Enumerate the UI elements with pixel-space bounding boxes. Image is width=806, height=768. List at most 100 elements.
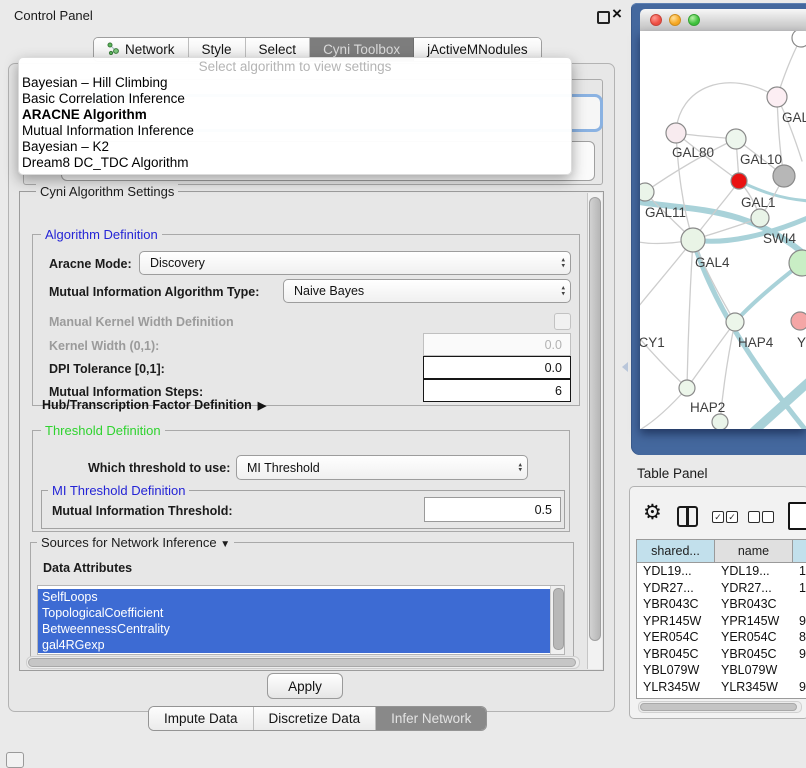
table-cell[interactable]: 8.: [793, 629, 806, 646]
list-item[interactable]: SelfLoops: [38, 589, 550, 605]
table-cell[interactable]: YDR27...: [637, 580, 715, 597]
table-cell[interactable]: YIL052C: [637, 695, 715, 699]
table-cell[interactable]: YLR345W: [715, 679, 793, 696]
table-cell[interactable]: YDL19...: [637, 563, 715, 580]
list-item[interactable]: gal4RGexp: [38, 637, 550, 653]
table-cell[interactable]: YPR145W: [715, 613, 793, 630]
network-node[interactable]: [712, 414, 728, 429]
column-header[interactable]: name: [715, 540, 793, 562]
settings-vscroll-thumb[interactable]: [589, 197, 601, 641]
table-cell[interactable]: 8.: [793, 695, 806, 699]
unchecked-box-icon[interactable]: [748, 511, 760, 523]
network-edge[interactable]: [640, 322, 687, 388]
close-window-icon[interactable]: [650, 14, 662, 26]
settings-vertical-scrollbar[interactable]: [587, 193, 602, 669]
list-scrollbar[interactable]: [550, 586, 564, 654]
network-node[interactable]: [751, 209, 769, 227]
manual-kernel-checkbox[interactable]: [554, 313, 571, 330]
network-node[interactable]: [681, 228, 705, 252]
table-cell[interactable]: 9.: [793, 646, 806, 663]
table-row[interactable]: YIL052CYIL052C8.: [637, 695, 806, 699]
network-edge[interactable]: [640, 240, 693, 322]
table-cell[interactable]: YBL079W: [637, 662, 715, 679]
dpi-tolerance-field[interactable]: 0.0: [423, 356, 571, 379]
table-row[interactable]: YBL079WYBL079W: [637, 662, 806, 679]
network-node[interactable]: [792, 31, 806, 47]
dropdown-item[interactable]: Bayesian – Hill Climbing: [19, 75, 571, 91]
network-node[interactable]: [731, 173, 747, 189]
network-node[interactable]: [666, 123, 686, 143]
close-panel-icon[interactable]: ×: [612, 4, 622, 24]
table-cell[interactable]: YER054C: [637, 629, 715, 646]
network-edge[interactable]: [687, 240, 693, 388]
table-cell[interactable]: [793, 662, 806, 679]
settings-horizontal-scrollbar[interactable]: [26, 656, 580, 669]
unchecked-box-icon[interactable]: [762, 511, 774, 523]
columns-icon[interactable]: [677, 506, 698, 527]
checked-box-icon[interactable]: ✓: [712, 511, 724, 523]
table-cell[interactable]: YBR045C: [715, 646, 793, 663]
apply-button[interactable]: Apply: [267, 673, 343, 699]
network-edge[interactable]: [687, 322, 735, 388]
table-row[interactable]: YBR045CYBR045C9.: [637, 646, 806, 663]
table-row[interactable]: YER054CYER054C8.: [637, 629, 806, 646]
mi-algorithm-type-select[interactable]: Naive Bayes ▴▾: [283, 279, 571, 303]
network-node[interactable]: [791, 312, 806, 330]
table-cell[interactable]: [793, 596, 806, 613]
mi-threshold-field[interactable]: 0.5: [424, 497, 561, 522]
network-node[interactable]: [767, 87, 787, 107]
network-node[interactable]: [640, 183, 654, 201]
bottom-tab-infer-network[interactable]: Infer Network: [376, 707, 486, 730]
table-horizontal-scrollbar[interactable]: [638, 701, 802, 713]
table-cell[interactable]: YLR345W: [637, 679, 715, 696]
table-row[interactable]: YPR145WYPR145W9.: [637, 613, 806, 630]
network-node[interactable]: [679, 380, 695, 396]
aracne-mode-select[interactable]: Discovery ▴▾: [139, 251, 571, 275]
table-cell[interactable]: YIL052C: [715, 695, 793, 699]
table-cell[interactable]: YER054C: [715, 629, 793, 646]
panel-splitter-grip[interactable]: [622, 362, 628, 372]
dropdown-item[interactable]: Dream8 DC_TDC Algorithm: [19, 155, 571, 171]
table-cell[interactable]: YDL19...: [715, 563, 793, 580]
table-cell[interactable]: 13: [793, 563, 806, 580]
gear-icon[interactable]: ⚙: [643, 502, 662, 524]
dropdown-item[interactable]: Bayesian – K2: [19, 139, 571, 155]
table-cell[interactable]: 9.: [793, 613, 806, 630]
hub-definition-expander[interactable]: Hub/Transcription Factor Definition▶: [42, 398, 266, 412]
mi-steps-field[interactable]: 6: [423, 379, 571, 402]
list-item[interactable]: TopologicalCoefficient: [38, 605, 550, 621]
table-row[interactable]: YLR345WYLR345W9.: [637, 679, 806, 696]
network-node[interactable]: [726, 129, 746, 149]
list-scrollbar-thumb[interactable]: [553, 588, 564, 650]
table-row[interactable]: YDL19...YDL19...13: [637, 563, 806, 580]
which-threshold-select[interactable]: MI Threshold ▴▾: [236, 455, 528, 480]
network-view-frame[interactable]: GALGAL80GAL10GAL1GAL11SWI4GAL4GCY1HAP4YH…: [631, 3, 806, 455]
table-cell[interactable]: YPR145W: [637, 613, 715, 630]
dropdown-item[interactable]: ARACNE Algorithm: [19, 107, 571, 123]
dropdown-item[interactable]: Mutual Information Inference: [19, 123, 571, 139]
network-canvas[interactable]: GALGAL80GAL10GAL1GAL11SWI4GAL4GCY1HAP4YH…: [640, 31, 806, 429]
settings-hscroll-thumb[interactable]: [28, 658, 576, 667]
network-window-titlebar[interactable]: [640, 9, 806, 32]
table-hscroll-thumb[interactable]: [640, 703, 797, 711]
bottom-tab-discretize-data[interactable]: Discretize Data: [254, 707, 377, 730]
table-row[interactable]: YDR27...YDR27...12: [637, 580, 806, 597]
kernel-width-field[interactable]: 0.0: [423, 333, 571, 356]
sources-group-title[interactable]: Sources for Network Inference ▼: [37, 535, 234, 550]
table-cell[interactable]: 9.: [793, 679, 806, 696]
zoom-window-icon[interactable]: [688, 14, 700, 26]
table-cell[interactable]: YDR27...: [715, 580, 793, 597]
network-node[interactable]: [726, 313, 744, 331]
minimize-window-icon[interactable]: [669, 14, 681, 26]
network-edge[interactable]: [640, 388, 687, 429]
table-cell[interactable]: YBR043C: [715, 596, 793, 613]
table-cell[interactable]: YBR043C: [637, 596, 715, 613]
table-cell[interactable]: YBR045C: [637, 646, 715, 663]
table-cell[interactable]: YBL079W: [715, 662, 793, 679]
table-cell[interactable]: 12: [793, 580, 806, 597]
checked-box-icon[interactable]: ✓: [726, 511, 738, 523]
network-edge[interactable]: [676, 83, 777, 133]
column-header[interactable]: [793, 540, 806, 562]
file-icon[interactable]: [788, 502, 806, 530]
float-panel-icon[interactable]: [597, 11, 610, 24]
